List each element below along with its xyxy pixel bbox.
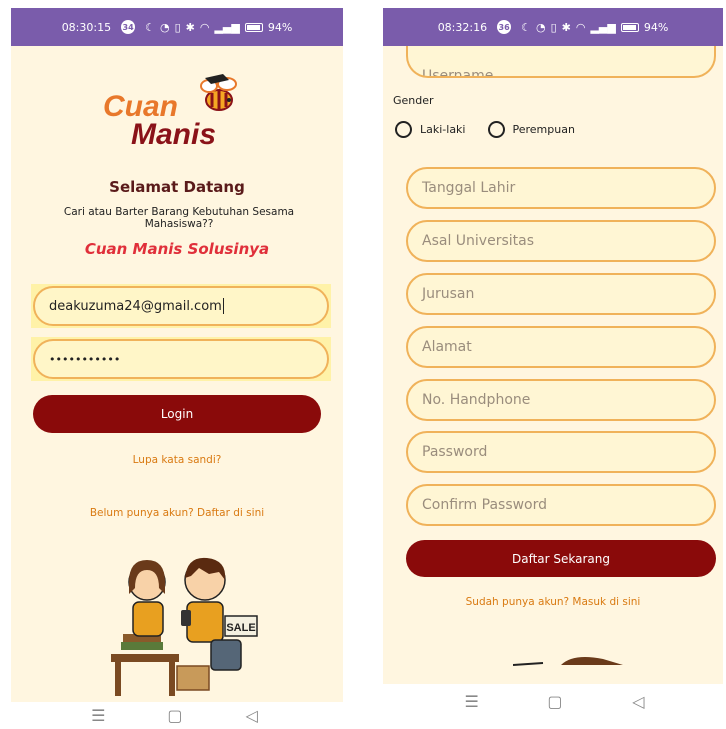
status-bar: 08:32:16 36 ☾ ◔ ▯ ✱ ◠ ▂▄▆ 94% (383, 8, 723, 46)
login-screen: 08:30:15 34 ☾ ◔ ▯ ✱ ◠ ▂▄▆ 94% Cuan Manis… (11, 8, 343, 702)
forgot-password-link[interactable]: Lupa kata sandi? (11, 454, 343, 466)
register-screen: 08:32:16 36 ☾ ◔ ▯ ✱ ◠ ▂▄▆ 94% Username G… (383, 8, 723, 684)
password-field[interactable]: ••••••••••• (33, 339, 329, 379)
register-link[interactable]: Belum punya akun? Daftar di sini (11, 507, 343, 519)
clock: 08:32:16 (437, 20, 488, 34)
battery-percent: 94% (643, 20, 669, 34)
address-field[interactable]: Alamat (406, 326, 716, 368)
password-placeholder: Password (422, 444, 488, 460)
login-button[interactable]: Login (33, 395, 321, 433)
gender-option-label: Perempuan (512, 123, 575, 136)
alarm-icon: ◔ (159, 20, 170, 34)
major-placeholder: Jurusan (422, 286, 475, 302)
gender-option-label: Laki-laki (420, 123, 466, 136)
home-square-icon[interactable]: ▢ (160, 704, 190, 726)
menu-icon[interactable]: ☰ (457, 690, 487, 712)
confirm-password-field[interactable]: Confirm Password (406, 484, 716, 526)
birthdate-placeholder: Tanggal Lahir (422, 180, 516, 196)
navigation-bar: ☰ ▢ ◁ (430, 690, 680, 712)
radio-circle-icon (395, 121, 412, 138)
phone-number-field[interactable]: No. Handphone (406, 379, 716, 421)
address-placeholder: Alamat (422, 339, 472, 355)
tagline: Cuan Manis Solusinya (84, 240, 270, 258)
battery-icon (620, 22, 639, 32)
welcome-heading: Selamat Datang (109, 178, 245, 196)
email-field[interactable]: deakuzuma24@gmail.com (33, 286, 329, 326)
battery-icon (244, 22, 263, 32)
text-caret (222, 298, 224, 314)
back-triangle-icon[interactable]: ◁ (623, 690, 653, 712)
vibrate-icon: ▯ (174, 20, 181, 34)
clock: 08:30:15 (61, 20, 112, 34)
illustration-top (513, 657, 623, 666)
gender-label: Gender (393, 94, 434, 107)
major-field[interactable]: Jurusan (406, 273, 716, 315)
email-value: deakuzuma24@gmail.com (49, 298, 222, 314)
menu-icon[interactable]: ☰ (83, 704, 113, 726)
students-illustration: SALE (111, 557, 258, 696)
gender-option-male[interactable]: Laki-laki (395, 121, 466, 138)
bluetooth-icon: ✱ (185, 20, 195, 34)
gender-radio-group: Laki-laki Perempuan (395, 121, 575, 138)
bluetooth-icon: ✱ (561, 20, 571, 34)
alarm-icon: ◔ (535, 20, 546, 34)
password-field[interactable]: Password (406, 431, 716, 473)
username-placeholder: Username (422, 68, 494, 78)
register-button[interactable]: Daftar Sekarang (406, 540, 716, 577)
wifi-icon: ◠ (199, 20, 210, 34)
university-field[interactable]: Asal Universitas (406, 220, 716, 262)
moon-icon: ☾ (521, 20, 531, 34)
moon-icon: ☾ (145, 20, 155, 34)
navigation-bar: ☰ ▢ ◁ (60, 704, 290, 726)
password-value: ••••••••••• (49, 352, 121, 366)
app-logo: Cuan Manis (103, 70, 253, 170)
login-link[interactable]: Sudah punya akun? Masuk di sini (383, 596, 723, 608)
birthdate-field[interactable]: Tanggal Lahir (406, 167, 716, 209)
notification-badge: 36 (497, 20, 512, 34)
welcome-subtitle: Cari atau Barter Barang Kebutuhan Sesama… (63, 206, 295, 230)
bee-icon (200, 74, 237, 111)
signal-icon: ▂▄▆ (590, 20, 616, 34)
university-placeholder: Asal Universitas (422, 233, 534, 249)
username-field[interactable]: Username (406, 46, 716, 78)
sale-sign: SALE (226, 622, 255, 634)
wifi-icon: ◠ (575, 20, 586, 34)
logo-word-2: Manis (131, 118, 217, 151)
battery-percent: 94% (267, 20, 293, 34)
notification-badge: 34 (121, 20, 136, 34)
confirm-password-placeholder: Confirm Password (422, 497, 548, 513)
home-square-icon[interactable]: ▢ (540, 690, 570, 712)
vibrate-icon: ▯ (550, 20, 557, 34)
back-triangle-icon[interactable]: ◁ (237, 704, 267, 726)
status-bar: 08:30:15 34 ☾ ◔ ▯ ✱ ◠ ▂▄▆ 94% (11, 8, 343, 46)
phone-number-placeholder: No. Handphone (422, 392, 531, 408)
signal-icon: ▂▄▆ (214, 20, 240, 34)
gender-option-female[interactable]: Perempuan (487, 121, 575, 138)
radio-circle-icon (487, 121, 505, 138)
